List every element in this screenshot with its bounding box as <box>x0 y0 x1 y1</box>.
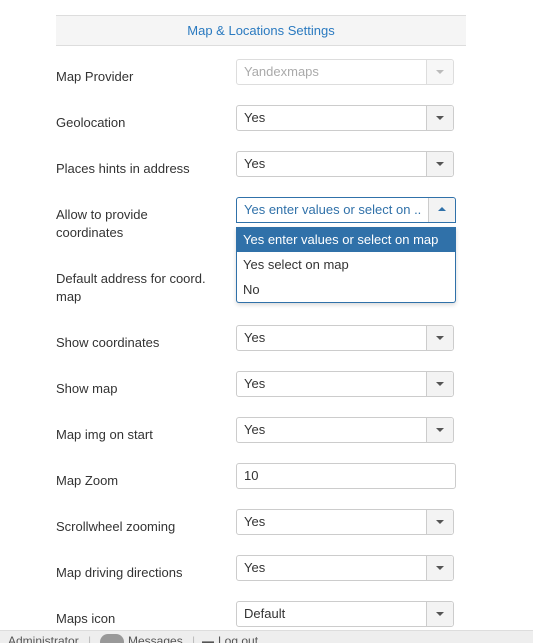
dropdown-toggle[interactable] <box>426 60 453 84</box>
show-coordinates-select[interactable]: Yes <box>236 325 454 351</box>
map-img-select[interactable]: Yes <box>236 417 454 443</box>
field-label: Places hints in address <box>56 161 190 176</box>
dropdown-toggle[interactable] <box>426 152 453 176</box>
dropdown-option[interactable]: Yes select on map <box>237 252 455 277</box>
chevron-down-icon <box>436 520 444 524</box>
field-label: Maps icon <box>56 611 116 626</box>
field-label: Map driving directions <box>56 565 183 580</box>
dropdown-toggle[interactable] <box>426 510 453 534</box>
section-header: Map & Locations Settings <box>56 15 466 46</box>
coordinates-dropdown-menu: Yes enter values or select on map Yes se… <box>236 227 456 303</box>
field-label: Default address for coord. map <box>56 271 206 304</box>
dropdown-toggle[interactable] <box>426 106 453 130</box>
admin-status-bar: Administrator | Messages | ▬ Log out <box>0 630 533 643</box>
map-provider-select[interactable]: Yandexmaps <box>236 59 454 85</box>
dropdown-toggle[interactable] <box>428 198 455 222</box>
dropdown-toggle[interactable] <box>426 372 453 396</box>
dropdown-option[interactable]: Yes enter values or select on map <box>237 227 455 252</box>
driving-directions-select[interactable]: Yes <box>236 555 454 581</box>
chevron-down-icon <box>436 566 444 570</box>
field-label: Show coordinates <box>56 335 160 350</box>
places-hints-select[interactable]: Yes <box>236 151 454 177</box>
chevron-up-icon <box>438 207 446 211</box>
chevron-down-icon <box>436 336 444 340</box>
chevron-down-icon <box>436 428 444 432</box>
chevron-down-icon <box>436 70 444 74</box>
dropdown-toggle[interactable] <box>426 556 453 580</box>
chevron-down-icon <box>436 116 444 120</box>
chevron-down-icon <box>436 382 444 386</box>
dropdown-toggle[interactable] <box>426 602 453 626</box>
scrollwheel-select[interactable]: Yes <box>236 509 454 535</box>
field-label: Map Zoom <box>56 473 119 488</box>
dropdown-toggle[interactable] <box>426 418 453 442</box>
dropdown-option[interactable]: No <box>237 277 455 302</box>
field-label: Geolocation <box>56 115 126 130</box>
map-zoom-input[interactable]: 10 <box>236 463 456 489</box>
field-label: Allow to provide coordinates <box>56 207 148 240</box>
show-map-select[interactable]: Yes <box>236 371 454 397</box>
chevron-down-icon <box>436 612 444 616</box>
field-label: Scrollwheel zooming <box>56 519 176 534</box>
field-label: Map Provider <box>56 69 134 84</box>
field-label: Map img on start <box>56 427 153 442</box>
dropdown-toggle[interactable] <box>426 326 453 350</box>
field-label: Show map <box>56 381 118 396</box>
allow-coordinates-select[interactable]: Yes enter values or select on ... <box>236 197 456 223</box>
geolocation-select[interactable]: Yes <box>236 105 454 131</box>
chevron-down-icon <box>436 162 444 166</box>
maps-icon-select[interactable]: Default <box>236 601 454 627</box>
